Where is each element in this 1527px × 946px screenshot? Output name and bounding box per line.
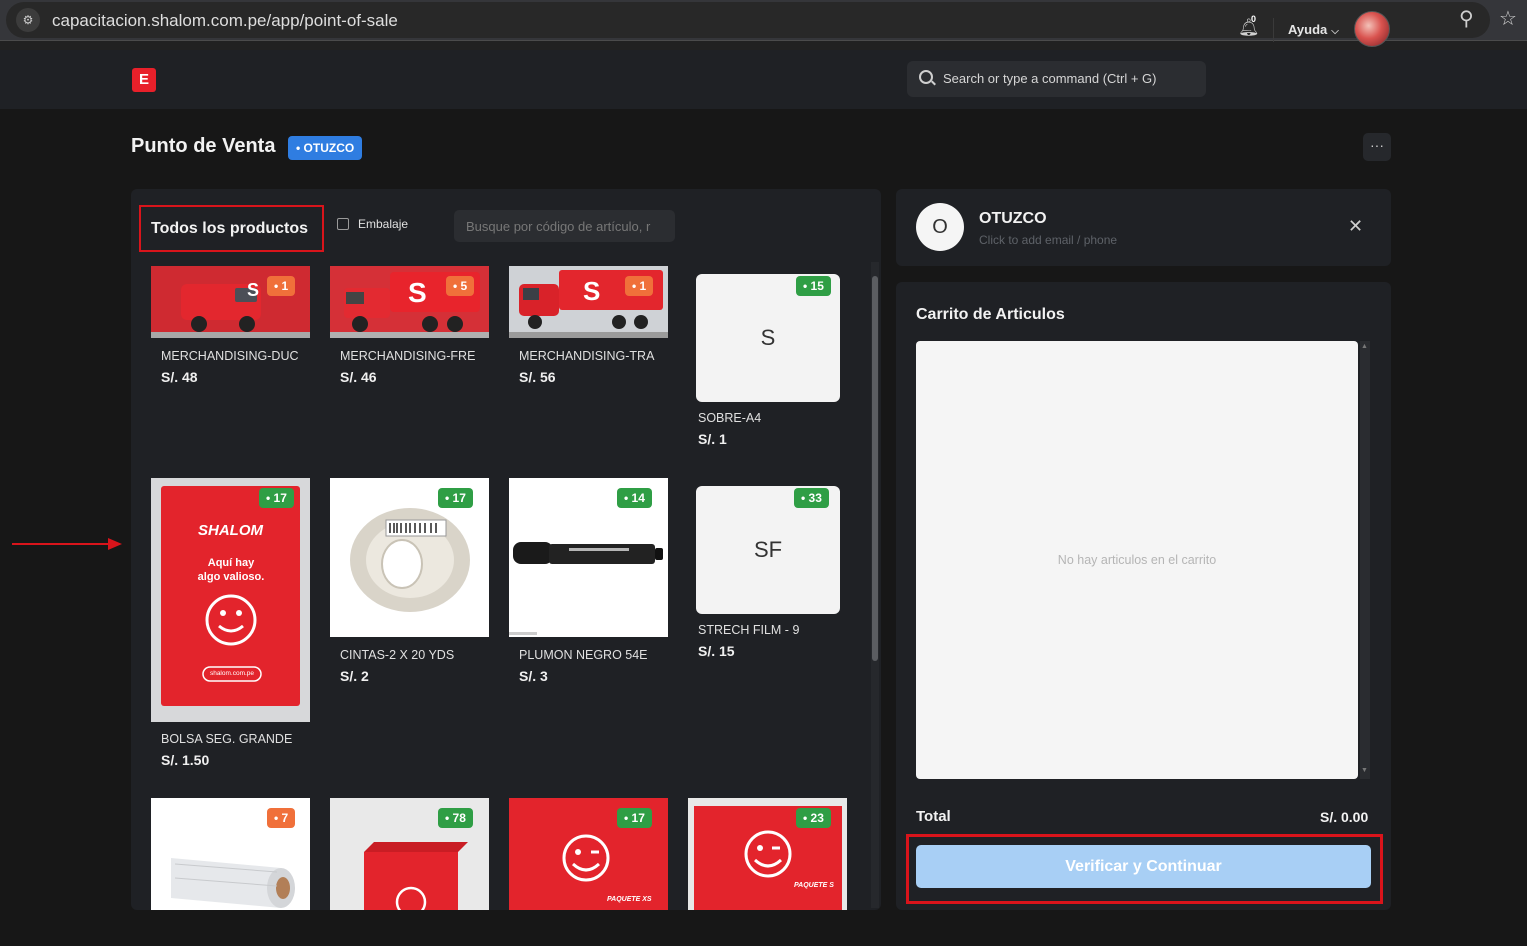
stock-badge: • 1: [625, 276, 654, 296]
product-card[interactable]: SHALOM Aquí hay algo valioso. shalom.com…: [151, 478, 311, 778]
branch-badge: • OTUZCO: [288, 136, 363, 160]
product-price: S/. 46: [340, 369, 377, 385]
product-card[interactable]: SF • 33 STRECH FILM - 9 S/. 15: [696, 486, 856, 666]
cart-scrollbar[interactable]: ▲ ▼: [1360, 341, 1370, 779]
cart-panel: Carrito de Articulos No hay articulos en…: [896, 282, 1391, 910]
svg-text:S: S: [247, 280, 259, 300]
product-name: MERCHANDISING-DUC: [161, 349, 299, 363]
stock-badge: • 15: [796, 276, 831, 296]
product-price: S/. 56: [519, 369, 556, 385]
star-icon[interactable]: ☆: [1499, 8, 1517, 30]
stock-badge: • 5: [446, 276, 475, 296]
product-card[interactable]: S • 1 MERCHANDISING-DUC S/. 48: [151, 266, 311, 416]
help-label: Ayuda: [1288, 22, 1328, 37]
cart-title: Carrito de Articulos: [916, 306, 1065, 323]
product-price: S/. 2: [340, 668, 369, 684]
product-card[interactable]: PAQUETE S • 23: [688, 798, 848, 910]
user-avatar[interactable]: [1354, 11, 1390, 47]
product-card[interactable]: PAQUETE XS • 17: [509, 798, 669, 910]
cart-empty-message: No hay articulos en el carrito: [1057, 553, 1217, 567]
customer-contact-hint[interactable]: Click to add email / phone: [979, 233, 1117, 247]
bag-slogan-text: Aquí hay algo valioso.: [197, 557, 265, 583]
nav-divider: [1273, 18, 1274, 42]
stock-badge: • 1: [267, 276, 296, 296]
checkout-button[interactable]: Verificar y Continuar: [916, 845, 1371, 888]
product-card[interactable]: • 17 CINTAS-2 X 20 YDS S/. 2: [330, 478, 490, 698]
box-label-text: PAQUETE XS: [607, 896, 652, 903]
zoom-icon[interactable]: ⚲: [1459, 8, 1474, 30]
bag-site-text: shalom.com.pe: [209, 670, 255, 677]
product-price: S/. 15: [698, 643, 735, 659]
product-card[interactable]: • 14 PLUMON NEGRO 54E S/. 3: [509, 478, 669, 698]
product-name: MERCHANDISING-TRA: [519, 349, 655, 363]
stock-badge: • 17: [617, 808, 652, 828]
url-text[interactable]: capacitacion.shalom.com.pe/app/point-of-…: [52, 11, 398, 31]
scroll-down-icon[interactable]: ▼: [1361, 767, 1368, 774]
bell-icon[interactable]: 🔔︎: [1238, 18, 1260, 38]
more-options-button[interactable]: ···: [1363, 133, 1391, 161]
product-name: PLUMON NEGRO 54E: [519, 648, 648, 662]
annotation-arrow-line: [12, 543, 110, 545]
product-grid-scrollbar[interactable]: [871, 262, 879, 908]
total-value: S/. 0.00: [1320, 809, 1369, 825]
product-card[interactable]: S • 1 MERCHANDISING-TRA S/. 56: [509, 266, 669, 416]
customer-panel: O OTUZCO Click to add email / phone ✕: [896, 189, 1391, 266]
product-image: [151, 478, 310, 722]
security-bag-image: [151, 478, 310, 722]
product-name: STRECH FILM - 9: [698, 623, 800, 637]
checkout-highlight: Verificar y Continuar: [906, 834, 1383, 904]
stock-badge: • 33: [794, 488, 829, 508]
product-card[interactable]: S • 15 SOBRE-A4 S/. 1: [696, 274, 856, 454]
stock-badge: • 17: [259, 488, 294, 508]
app-logo[interactable]: E: [132, 68, 156, 92]
stock-badge: • 7: [267, 808, 296, 828]
customer-avatar: O: [916, 203, 964, 251]
command-search-placeholder: Search or type a command (Ctrl + G): [943, 71, 1157, 86]
chevron-down-icon: ⌵: [1331, 26, 1339, 37]
product-price: S/. 1.50: [161, 752, 210, 768]
tune-icon[interactable]: ⚙: [16, 8, 40, 32]
product-card[interactable]: • 7: [151, 798, 311, 910]
arrow-right-icon: [108, 538, 122, 550]
product-card[interactable]: S • 5 MERCHANDISING-FRE S/. 46: [330, 266, 490, 416]
box-label-text: PAQUETE S: [794, 882, 834, 889]
product-name: MERCHANDISING-FRE: [340, 349, 476, 363]
product-price: S/. 3: [519, 668, 548, 684]
cart-items-area: No hay articulos en el carrito: [916, 341, 1358, 779]
search-icon: [919, 70, 933, 84]
stock-badge: • 17: [438, 488, 473, 508]
browser-divider: [0, 40, 1527, 50]
scrollbar-thumb[interactable]: [872, 276, 878, 661]
product-name: SOBRE-A4: [698, 411, 762, 425]
product-name: BOLSA SEG. GRANDE: [161, 732, 293, 746]
stock-badge: • 14: [617, 488, 652, 508]
stock-badge: • 78: [438, 808, 473, 828]
page-title: Punto de Venta: [131, 135, 276, 157]
command-search[interactable]: Search or type a command (Ctrl + G): [907, 61, 1206, 97]
product-grid: S • 1 MERCHANDISING-DUC S/. 48 S • 5 MER…: [131, 189, 871, 910]
stock-badge: • 23: [796, 808, 831, 828]
product-price: S/. 48: [161, 369, 198, 385]
product-card[interactable]: • 78: [330, 798, 490, 910]
product-name: CINTAS-2 X 20 YDS: [340, 648, 455, 662]
close-icon[interactable]: ✕: [1348, 217, 1363, 235]
address-bar[interactable]: ⚙ capacitacion.shalom.com.pe/app/point-o…: [6, 2, 1490, 38]
notifications-count: 0: [1251, 14, 1257, 24]
product-price: S/. 1: [698, 431, 727, 447]
products-panel: Todos los productos Embalaje S • 1 MERCH…: [131, 189, 881, 910]
total-label: Total: [916, 808, 951, 825]
bag-brand-text: SHALOM: [198, 522, 263, 539]
scroll-up-icon[interactable]: ▲: [1361, 343, 1368, 350]
svg-text:S: S: [408, 277, 427, 308]
svg-text:S: S: [583, 276, 600, 306]
help-menu[interactable]: Ayuda ⌵: [1288, 22, 1339, 37]
app-navbar: E Search or type a command (Ctrl + G): [0, 50, 1527, 109]
customer-name[interactable]: OTUZCO: [979, 210, 1047, 228]
